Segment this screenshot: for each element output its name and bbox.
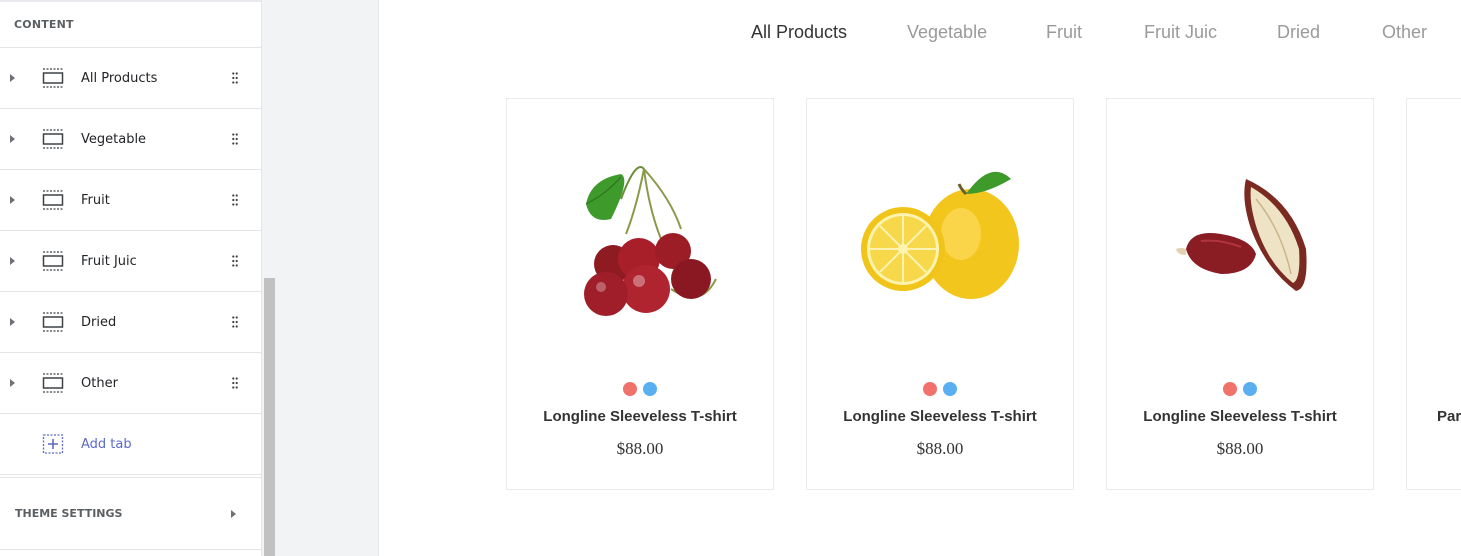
drag-handle-icon[interactable] (232, 377, 238, 389)
tab-fruit[interactable]: Fruit (1046, 22, 1082, 43)
sidebar-item-other[interactable]: Other (0, 353, 261, 414)
tab-dried[interactable]: Dried (1277, 22, 1320, 43)
tab-vegetable[interactable]: Vegetable (907, 22, 987, 43)
sidebar-item-dried[interactable]: Dried (0, 292, 261, 353)
content-heading-label: CONTENT (14, 18, 74, 31)
theme-editor-sidebar: CONTENT All Products Vegetable Fruit Fru… (0, 0, 262, 556)
sidebar-scrollbar-thumb[interactable] (264, 278, 275, 556)
swatch-red[interactable] (623, 382, 637, 396)
tab-fruit-juic[interactable]: Fruit Juic (1144, 22, 1217, 43)
add-tab-button[interactable]: Add tab (0, 414, 261, 475)
drag-handle-icon[interactable] (232, 316, 238, 328)
add-tab-label: Add tab (81, 436, 132, 452)
sidebar-item-label: Vegetable (81, 131, 147, 147)
expand-caret-icon[interactable] (10, 379, 15, 387)
color-swatches (1107, 381, 1373, 397)
product-image-dried-fig[interactable] (1141, 139, 1341, 339)
product-card[interactable]: Longline Sleeveless T-shirt $88.00 (1106, 98, 1374, 490)
drag-handle-icon[interactable] (232, 194, 238, 206)
section-block-icon (42, 312, 64, 332)
tab-all-products[interactable]: All Products (751, 22, 847, 43)
product-card[interactable]: Longline Sleeveless T-shirt $88.00 (506, 98, 774, 490)
drag-handle-icon[interactable] (232, 72, 238, 84)
section-block-icon (42, 190, 64, 210)
sidebar-item-label: Fruit (81, 192, 110, 208)
swatch-blue[interactable] (943, 382, 957, 396)
expand-caret-icon[interactable] (10, 135, 15, 143)
sidebar-item-vegetable[interactable]: Vegetable (0, 109, 261, 170)
sidebar-item-label: All Products (81, 70, 158, 86)
product-title[interactable]: Longline Sleeveless T-shirt (1107, 408, 1373, 425)
expand-caret-icon[interactable] (10, 196, 15, 204)
drag-handle-icon[interactable] (232, 133, 238, 145)
section-block-icon (42, 68, 64, 88)
sidebar-item-label: Dried (81, 314, 117, 330)
section-block-icon (42, 251, 64, 271)
swatch-red[interactable] (923, 382, 937, 396)
product-title[interactable]: Longline Sleeveless T-shirt (807, 408, 1073, 425)
expand-caret-icon[interactable] (10, 318, 15, 326)
product-title[interactable]: Longline Sleeveless T-shirt (507, 408, 773, 425)
product-title[interactable]: Par (1437, 408, 1461, 425)
storefront-preview: All Products Vegetable Fruit Fruit Juic … (378, 0, 1461, 556)
color-swatches (507, 381, 773, 397)
add-block-icon (42, 434, 64, 454)
product-price: $88.00 (1216, 439, 1264, 458)
product-image-lemon[interactable] (841, 139, 1041, 339)
chevron-right-icon (231, 509, 236, 518)
sidebar-item-fruit[interactable]: Fruit (0, 170, 261, 231)
product-card[interactable]: Longline Sleeveless T-shirt $88.00 (806, 98, 1074, 490)
swatch-blue[interactable] (643, 382, 657, 396)
content-section-heading: CONTENT (0, 0, 261, 48)
product-price: $88.00 (916, 439, 964, 458)
theme-settings-label: THEME SETTINGS (15, 507, 123, 520)
swatch-red[interactable] (1223, 382, 1237, 396)
product-price: $88.00 (616, 439, 664, 458)
swatch-blue[interactable] (1243, 382, 1257, 396)
sidebar-item-fruit-juic[interactable]: Fruit Juic (0, 231, 261, 292)
product-card[interactable]: Par (1406, 98, 1461, 490)
theme-settings-section[interactable]: THEME SETTINGS (0, 477, 261, 550)
section-block-icon (42, 129, 64, 149)
sidebar-item-label: Other (81, 375, 118, 391)
product-image-cherries[interactable] (541, 139, 741, 339)
sidebar-item-label: Fruit Juic (81, 253, 137, 269)
tab-other[interactable]: Other (1382, 22, 1427, 43)
sidebar-item-all-products[interactable]: All Products (0, 48, 261, 109)
drag-handle-icon[interactable] (232, 255, 238, 267)
section-block-icon (42, 373, 64, 393)
color-swatches (807, 381, 1073, 397)
expand-caret-icon[interactable] (10, 74, 15, 82)
expand-caret-icon[interactable] (10, 257, 15, 265)
